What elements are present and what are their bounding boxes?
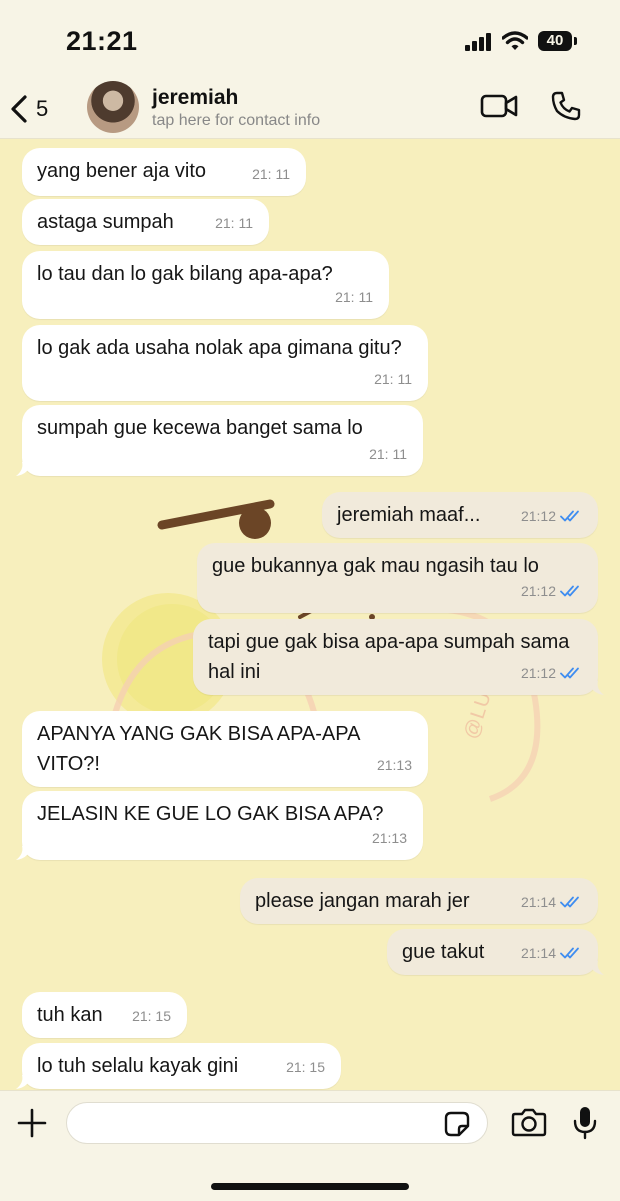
unread-count: 5 <box>36 96 49 121</box>
double-check-icon <box>560 667 579 679</box>
incoming-message-bubble[interactable]: lo gak ada usaha nolak apa gimana gitu? 2… <box>22 325 428 401</box>
contact-info-hint[interactable]: tap here for contact info <box>152 112 320 130</box>
incoming-message-bubble[interactable]: yang bener aja vito 21: 11 <box>22 148 306 196</box>
message-meta: 21:14 <box>521 938 582 968</box>
status-bar: 21:21 40 <box>0 0 620 80</box>
message-text: please jangan marah jer <box>255 890 470 912</box>
message-timestamp: 21: 11 <box>335 289 373 305</box>
incoming-message-bubble[interactable]: tuh kan 21: 15 <box>22 992 187 1038</box>
phone-icon[interactable] <box>550 90 582 122</box>
message-timestamp: 21:12 <box>520 665 556 681</box>
outgoing-message-bubble[interactable]: gue bukannya gak mau ngasih tau lo 21:12 <box>197 543 598 613</box>
bubble-tail <box>16 846 30 860</box>
message-timestamp: 21:13 <box>371 830 407 846</box>
message-text: sumpah gue kecewa banget sama lo <box>37 417 363 439</box>
sticker-icon[interactable] <box>444 1111 470 1137</box>
message-text: lo tuh selalu kayak gini <box>37 1055 239 1077</box>
message-timestamp: 21: 11 <box>374 371 412 387</box>
incoming-message-bubble[interactable]: lo tau dan lo gak bilang apa-apa? 21: 11 <box>22 251 389 319</box>
message-text: lo tau dan lo gak bilang apa-apa? <box>37 263 333 285</box>
video-camera-icon[interactable] <box>480 93 518 119</box>
message-timestamp: 21: 11 <box>252 166 290 182</box>
message-text: tapi gue gak bisa apa-apa sumpah sama ha… <box>208 631 570 683</box>
camera-icon[interactable] <box>511 1107 547 1137</box>
message-text: lo gak ada usaha nolak apa gimana gitu? <box>37 337 402 359</box>
message-meta: 21: 15 <box>286 1052 325 1082</box>
double-check-icon <box>560 896 579 908</box>
battery-tip <box>574 37 577 45</box>
message-meta: 21:13 <box>372 823 407 853</box>
message-meta: 21: 11 <box>369 439 407 469</box>
message-meta: 21: 11 <box>252 159 290 189</box>
signal-icon <box>465 33 491 51</box>
chevron-left-icon <box>11 95 27 123</box>
message-meta: 21: 11 <box>215 208 253 238</box>
message-meta: 21:12 <box>521 658 582 688</box>
message-timestamp: 21:12 <box>520 583 556 599</box>
message-text: APANYA YANG GAK BISA APA-APA VITO?! <box>37 723 360 775</box>
message-meta: 21: 11 <box>374 364 412 394</box>
message-text: gue takut <box>402 941 485 963</box>
message-timestamp: 21:14 <box>520 945 556 961</box>
microphone-icon[interactable] <box>572 1105 598 1141</box>
message-text: JELASIN KE GUE LO GAK BISA APA? <box>37 803 384 825</box>
incoming-message-bubble[interactable]: JELASIN KE GUE LO GAK BISA APA? 21:13 <box>16 791 423 860</box>
message-timestamp: 21: 15 <box>286 1059 325 1075</box>
message-input[interactable] <box>66 1102 488 1144</box>
message-meta: 21:14 <box>521 887 582 917</box>
message-meta: 21:13 <box>377 750 412 780</box>
message-meta: 21: 11 <box>335 282 373 312</box>
message-meta: 21:12 <box>521 501 582 531</box>
message-timestamp: 21: 15 <box>132 1008 171 1024</box>
message-text: gue bukannya gak mau ngasih tau lo <box>212 555 539 577</box>
avatar[interactable] <box>87 81 139 133</box>
double-check-icon <box>560 510 579 522</box>
bubble-tail <box>16 462 30 476</box>
contact-name[interactable]: jeremiah <box>152 86 238 110</box>
message-meta: 21:12 <box>521 576 582 606</box>
plus-icon[interactable] <box>16 1107 48 1139</box>
bubble-tail <box>16 1075 30 1089</box>
outgoing-message-bubble[interactable]: gue takut 21:14 <box>387 929 604 975</box>
double-check-icon <box>560 947 579 959</box>
message-timestamp: 21:12 <box>520 508 556 524</box>
message-text: yang bener aja vito <box>37 160 207 182</box>
incoming-message-bubble[interactable]: APANYA YANG GAK BISA APA-APA VITO?! 21:13 <box>22 711 428 787</box>
outgoing-message-bubble[interactable]: tapi gue gak bisa apa-apa sumpah sama ha… <box>193 619 604 695</box>
incoming-message-bubble[interactable]: sumpah gue kecewa banget sama lo 21: 11 <box>16 405 423 476</box>
double-check-icon <box>560 585 579 597</box>
battery-indicator: 40 <box>538 31 572 51</box>
home-indicator <box>211 1183 409 1190</box>
bubble-tail <box>590 681 604 695</box>
back-button[interactable]: 5 <box>8 86 48 132</box>
message-text: jeremiah maaf... <box>337 504 481 526</box>
message-timestamp: 21:13 <box>376 757 412 773</box>
outgoing-message-bubble[interactable]: please jangan marah jer 21:14 <box>240 878 598 924</box>
message-timestamp: 21: 11 <box>369 446 407 462</box>
outgoing-message-bubble[interactable]: jeremiah maaf... 21:12 <box>322 492 598 538</box>
message-text: astaga sumpah <box>37 211 174 233</box>
message-text: tuh kan <box>37 1004 103 1026</box>
message-timestamp: 21: 11 <box>215 215 253 231</box>
chat-header: 5 jeremiah tap here for contact info <box>0 80 620 139</box>
composer-bar <box>0 1090 620 1201</box>
chat-area[interactable]: @LUCKMI yang bener aja vito21: 11astaga … <box>0 139 620 1090</box>
message-meta: 21: 15 <box>132 1001 171 1031</box>
status-time: 21:21 <box>66 26 138 56</box>
incoming-message-bubble[interactable]: lo tuh selalu kayak gini 21: 15 <box>16 1043 341 1089</box>
bubble-tail <box>590 961 604 975</box>
incoming-message-bubble[interactable]: astaga sumpah 21: 11 <box>22 199 269 245</box>
message-timestamp: 21:14 <box>520 894 556 910</box>
wifi-icon <box>502 31 528 50</box>
